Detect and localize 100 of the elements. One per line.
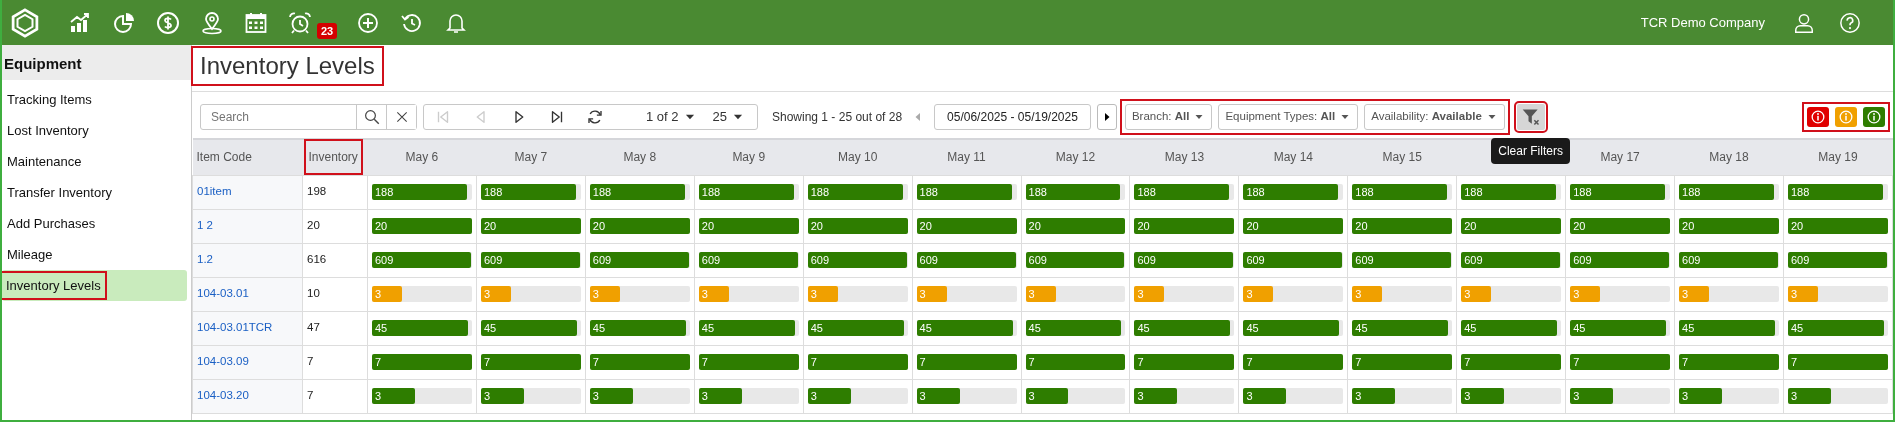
inventory-count: 7: [307, 389, 314, 402]
notification-badge: 23: [317, 22, 338, 39]
level-fill: 3: [1025, 388, 1069, 404]
column-header: Inventory: [306, 142, 360, 173]
level-fill: 20: [589, 218, 690, 234]
plus-icon-button[interactable]: [356, 10, 380, 35]
level-fill: 45: [1461, 320, 1558, 336]
column-header: Item Code: [196, 150, 252, 165]
level-fill: 20: [807, 218, 908, 234]
level-fill: 188: [1788, 184, 1883, 200]
search-icon: [362, 108, 381, 126]
dollar-icon-button[interactable]: [156, 10, 180, 35]
info-button[interactable]: [1863, 107, 1885, 127]
level-fill: 3: [1461, 286, 1492, 302]
level-fill: 188: [1570, 184, 1666, 200]
level-fill: 20: [1352, 218, 1453, 234]
level-fill: 609: [1243, 252, 1343, 268]
level-fill: 188: [1134, 184, 1230, 200]
level-fill: 3: [1788, 388, 1831, 404]
calendar-icon-button[interactable]: [244, 10, 268, 35]
level-fill: 20: [1025, 218, 1126, 234]
bar-chart-icon: [68, 10, 92, 35]
level-fill: 45: [698, 320, 795, 336]
column-header: May 10: [837, 150, 878, 165]
location-pin-icon-button[interactable]: [200, 10, 224, 35]
level-fill: 7: [916, 354, 1017, 370]
next-range-button[interactable]: [1096, 104, 1117, 130]
item-code-link[interactable]: 1 2: [197, 219, 213, 232]
level-fill: 609: [480, 252, 580, 268]
level-fill: 7: [1461, 354, 1562, 370]
level-fill: 20: [1570, 218, 1671, 234]
level-fill: 7: [589, 354, 690, 370]
level-fill: 7: [698, 354, 799, 370]
sidebar-item[interactable]: Inventory Levels: [2, 270, 187, 301]
inventory-count: 7: [307, 355, 314, 368]
level-fill: 45: [807, 320, 904, 336]
filter-dropdown[interactable]: Branch: All: [1124, 104, 1213, 130]
level-fill: 3: [589, 286, 620, 302]
filter-dropdown[interactable]: Availability: Available: [1364, 104, 1505, 130]
search-box[interactable]: Search: [200, 104, 417, 130]
level-fill: 188: [372, 184, 467, 200]
date-range-field[interactable]: 05/06/2025 - 05/19/2025: [934, 104, 1091, 130]
refresh-icon: [586, 108, 604, 126]
column-header: May 15: [1382, 150, 1422, 165]
level-fill: 45: [1570, 320, 1667, 336]
level-fill: 3: [1570, 388, 1614, 404]
level-fill: 20: [916, 218, 1017, 234]
clear-filters-button[interactable]: [1516, 104, 1545, 130]
inventory-count: 198: [307, 185, 327, 198]
column-header: May 7: [514, 150, 548, 165]
calendar-icon: [244, 10, 268, 35]
filter-dropdown[interactable]: Equipment Types: All: [1218, 104, 1359, 130]
column-header: May 11: [947, 150, 986, 165]
item-code-link[interactable]: 104-03.01: [197, 287, 249, 300]
clear-button[interactable]: [386, 105, 416, 129]
sidebar-title: Equipment: [2, 45, 191, 80]
sidebar-item[interactable]: Maintenance: [2, 146, 187, 177]
sidebar-item[interactable]: Add Purchases: [2, 208, 187, 239]
search-field[interactable]: Search: [201, 105, 356, 129]
user-icon-button[interactable]: [1793, 11, 1815, 34]
item-code-link[interactable]: 104-03.20: [197, 389, 249, 402]
level-fill: 188: [589, 184, 685, 200]
company-name: TCR Demo Company: [1640, 13, 1765, 32]
item-code-link[interactable]: 01item: [197, 185, 232, 198]
level-fill: 3: [698, 286, 729, 302]
info-icon: [1839, 110, 1853, 124]
help-icon-button[interactable]: [1839, 11, 1861, 34]
page-title: Inventory Levels: [194, 49, 381, 83]
sidebar-item[interactable]: Mileage: [2, 239, 187, 270]
level-fill: 20: [1134, 218, 1235, 234]
level-fill: 3: [1679, 388, 1722, 404]
page-dropdown[interactable]: 1 of 2: [638, 107, 705, 127]
item-code-link[interactable]: 1.2: [197, 253, 213, 266]
help-icon: [1839, 11, 1861, 34]
user-icon: [1793, 11, 1815, 34]
pie-chart-icon-button[interactable]: [112, 10, 136, 35]
level-fill: 609: [698, 252, 798, 268]
sidebar-item[interactable]: Transfer Inventory: [2, 177, 187, 208]
page-size-dropdown[interactable]: 25: [704, 107, 753, 127]
hexagon-logo-icon-button[interactable]: [10, 7, 40, 38]
level-fill: 45: [589, 320, 686, 336]
level-fill: 20: [372, 218, 472, 234]
level-fill: 20: [480, 218, 581, 234]
level-fill: 3: [1570, 286, 1601, 302]
level-fill: 3: [372, 286, 402, 302]
column-header: May 19: [1818, 150, 1858, 165]
level-fill: 20: [1243, 218, 1344, 234]
sidebar-item[interactable]: Tracking Items: [2, 84, 187, 115]
info-button[interactable]: [1807, 107, 1829, 127]
level-fill: 3: [589, 388, 633, 404]
sidebar-item[interactable]: Lost Inventory: [2, 115, 187, 146]
level-fill: 45: [372, 320, 468, 336]
level-fill: 45: [1134, 320, 1231, 336]
info-button[interactable]: [1835, 107, 1857, 127]
item-code-link[interactable]: 104-03.09: [197, 355, 249, 368]
level-fill: 609: [589, 252, 689, 268]
bar-chart-icon-button[interactable]: [68, 10, 92, 35]
level-fill: 609: [1788, 252, 1887, 268]
level-fill: 188: [1679, 184, 1774, 200]
inventory-count: 47: [307, 321, 320, 334]
